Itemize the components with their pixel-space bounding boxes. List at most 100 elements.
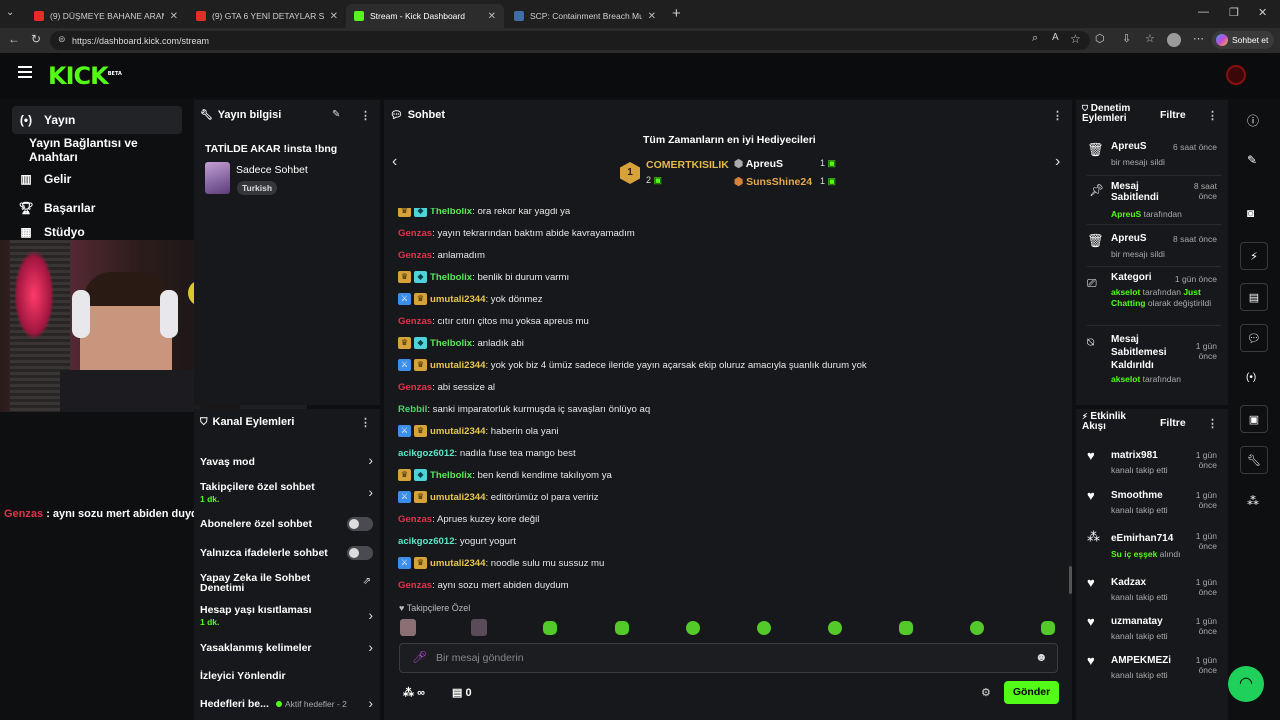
tools-icon[interactable]: 🔧︎ bbox=[1240, 446, 1268, 474]
activity-menu-icon[interactable]: ⋮ bbox=[1207, 417, 1218, 430]
raid-row[interactable]: İzleyici Yönlendir bbox=[200, 668, 375, 686]
more-menu-icon[interactable]: ⋯ bbox=[1193, 32, 1204, 45]
browser-tab-4[interactable]: SCP: Containment Breach Multipla✕ bbox=[506, 4, 664, 28]
copilot-chat-button[interactable]: Sohbet et bbox=[1212, 31, 1274, 49]
reload-icon[interactable]: ↻ bbox=[31, 32, 41, 46]
send-button[interactable]: Gönder bbox=[1004, 681, 1059, 704]
browser-tab-1[interactable]: (9) DÜŞMEYE BAHANE ARAMAK |✕ bbox=[26, 4, 186, 28]
emote-avatar[interactable] bbox=[471, 619, 487, 636]
chat-username[interactable]: Thelbolix bbox=[430, 272, 472, 283]
chat-settings-icon[interactable]: ⚙ bbox=[981, 686, 991, 699]
kick-logo[interactable]: KICKBETA bbox=[48, 62, 122, 90]
chat-message[interactable]: ♛ ◆ Thelbolix: anladık abi bbox=[398, 336, 524, 350]
channel-actions-menu-icon[interactable]: ⋮ bbox=[360, 416, 371, 429]
notes-icon[interactable]: ▤ bbox=[1240, 283, 1268, 311]
activity-username[interactable]: matrix981 bbox=[1111, 450, 1158, 461]
pencil-icon[interactable]: ✎ bbox=[1247, 153, 1257, 167]
chat-username[interactable]: Thelbolix bbox=[430, 338, 472, 349]
activity-username[interactable]: Kadzax bbox=[1111, 577, 1146, 588]
activity-username[interactable]: eEmirhan714 bbox=[1111, 533, 1173, 544]
profile-avatar[interactable] bbox=[1167, 33, 1181, 47]
read-aloud-icon[interactable]: A bbox=[1052, 32, 1059, 43]
gifters-prev-arrow[interactable]: ‹ bbox=[392, 153, 397, 171]
emote[interactable] bbox=[543, 621, 557, 635]
chat-username[interactable]: umutali2344 bbox=[430, 492, 485, 503]
chat-message[interactable]: ♛ ◆ Thelbolix: benlik bi durum varmı bbox=[398, 270, 569, 284]
chat-message[interactable]: ♛ ◆ Thelbolix: ben kendi kendime takılıyom… bbox=[398, 468, 612, 482]
activity-username[interactable]: Smoothme bbox=[1111, 490, 1163, 501]
emote-avatar[interactable] bbox=[400, 619, 416, 636]
emote[interactable] bbox=[899, 621, 913, 635]
close-tab-icon[interactable]: ✕ bbox=[648, 11, 656, 22]
emoji-picker-icon[interactable]: ☻ bbox=[1035, 650, 1048, 664]
activity-filter-button[interactable]: Filtre bbox=[1160, 417, 1186, 429]
channel-avatar[interactable] bbox=[1226, 65, 1246, 85]
chat-message[interactable]: ⚔ ♛ umutali2344: haberin ola yani bbox=[398, 424, 559, 438]
chat-message[interactable]: ⚔ ♛ umutali2344: yok dönmez bbox=[398, 292, 543, 306]
chat-message[interactable]: Genzas: aynı sozu mert abiden duydum bbox=[398, 578, 569, 592]
camera-icon[interactable]: ◙ bbox=[1247, 206, 1254, 220]
collections-icon[interactable]: ☆ bbox=[1145, 32, 1155, 45]
zoom-icon[interactable]: ⌕ bbox=[1032, 32, 1038, 45]
extensions-icon[interactable]: ⬡ bbox=[1095, 32, 1105, 45]
emote[interactable] bbox=[828, 621, 842, 635]
emote-only-toggle[interactable] bbox=[347, 546, 373, 560]
downloads-icon[interactable]: ⇩ bbox=[1122, 32, 1131, 45]
chat-username[interactable]: Genzas bbox=[398, 514, 432, 525]
emote[interactable] bbox=[686, 621, 700, 635]
mod-actions-menu-icon[interactable]: ⋮ bbox=[1207, 109, 1218, 122]
favorite-star-icon[interactable]: ☆ bbox=[1070, 32, 1081, 46]
broadcast-icon[interactable]: (•) bbox=[1246, 372, 1256, 383]
quick-actions-icon[interactable]: ⚡︎ bbox=[1240, 242, 1268, 270]
goals-row[interactable]: Hedefleri be... Aktif hedefler - 2 › bbox=[200, 695, 375, 714]
gifters-next-arrow[interactable]: › bbox=[1055, 153, 1060, 171]
emote[interactable] bbox=[757, 621, 771, 635]
chat-message[interactable]: Genzas: abi sessize al bbox=[398, 380, 495, 394]
browser-tab-3[interactable]: Stream - Kick Dashboard ✕ bbox=[346, 4, 504, 28]
chat-message[interactable]: acikgoz6012: nadıla fuse tea mango best bbox=[398, 446, 576, 460]
banned-words-row[interactable]: Yasaklanmış kelimeler › bbox=[200, 639, 375, 659]
mod-filter-button[interactable]: Filtre bbox=[1160, 109, 1186, 121]
chat-message[interactable]: Genzas: yayın tekrarından baktım abide k… bbox=[398, 226, 635, 240]
support-chat-button[interactable]: ◠ bbox=[1228, 666, 1264, 702]
chat-icon[interactable]: 💬︎ bbox=[1240, 324, 1268, 352]
chat-message[interactable]: acikgoz6012: yogurt yogurt bbox=[398, 534, 516, 548]
chat-message[interactable]: ⚔ ♛ umutali2344: editörümüz ol para veriri… bbox=[398, 490, 599, 504]
community-icon[interactable]: ⁂ bbox=[1247, 494, 1259, 508]
chat-message[interactable]: ⚔ ♛ umutali2344: noodle sulu mu sussuz mu bbox=[398, 556, 604, 570]
hamburger-menu-icon[interactable] bbox=[18, 66, 32, 78]
info-icon[interactable]: ⓘ bbox=[1247, 112, 1259, 129]
chat-message[interactable]: Genzas: cıtır cıtırı çitos mu yoksa apre… bbox=[398, 314, 589, 328]
mod-view-icon[interactable]: ▣ bbox=[1240, 405, 1268, 433]
chat-username[interactable]: Genzas bbox=[398, 382, 432, 393]
close-tab-icon[interactable]: ✕ bbox=[170, 11, 178, 22]
sidebar-item-achievements[interactable]: 🏆︎ Başarılar bbox=[12, 194, 182, 222]
new-tab-icon[interactable]: + bbox=[672, 5, 681, 22]
chat-username[interactable]: Thelbolix bbox=[430, 470, 472, 481]
chat-username[interactable]: umutali2344 bbox=[430, 558, 485, 569]
channel-points-indicator[interactable]: ⁂ ∞ bbox=[403, 686, 425, 699]
site-info-icon[interactable]: ⊜ bbox=[58, 34, 66, 45]
restore-icon[interactable]: ❐ bbox=[1229, 6, 1239, 19]
emote[interactable] bbox=[1041, 621, 1055, 635]
close-tab-icon[interactable]: ✕ bbox=[488, 11, 496, 22]
activity-username[interactable]: AMPEKMEZi bbox=[1111, 655, 1171, 666]
stream-info-menu-icon[interactable]: ⋮ bbox=[360, 109, 371, 122]
chat-username[interactable]: Genzas bbox=[398, 228, 432, 239]
chat-message[interactable]: Genzas: anlamadım bbox=[398, 248, 485, 262]
sidebar-item-studio[interactable]: ▦ Stüdyo bbox=[12, 224, 182, 240]
sidebar-item-stream[interactable]: (•) Yayın bbox=[12, 106, 182, 134]
chat-username[interactable]: umutali2344 bbox=[430, 360, 485, 371]
chat-username[interactable]: Genzas bbox=[398, 316, 432, 327]
account-age-row[interactable]: Hesap yaşı kısıtlaması 1 dk. › bbox=[200, 603, 375, 631]
emote[interactable] bbox=[615, 621, 629, 635]
chat-username[interactable]: umutali2344 bbox=[430, 426, 485, 437]
subscribers-only-toggle[interactable] bbox=[347, 517, 373, 531]
ai-moderation-row[interactable]: Yapay Zeka ile Sohbet Denetimi ⇗ bbox=[200, 572, 375, 596]
chat-username[interactable]: umutali2344 bbox=[430, 294, 485, 305]
chat-username[interactable]: Genzas bbox=[398, 250, 432, 261]
chat-menu-icon[interactable]: ⋮ bbox=[1052, 109, 1063, 122]
url-field[interactable]: ⊜ https://dashboard.kick.com/stream bbox=[50, 31, 1090, 50]
sidebar-item-revenue[interactable]: ▥ Gelir bbox=[12, 165, 182, 193]
slow-mode-row[interactable]: Yavaş mod › bbox=[200, 452, 375, 472]
